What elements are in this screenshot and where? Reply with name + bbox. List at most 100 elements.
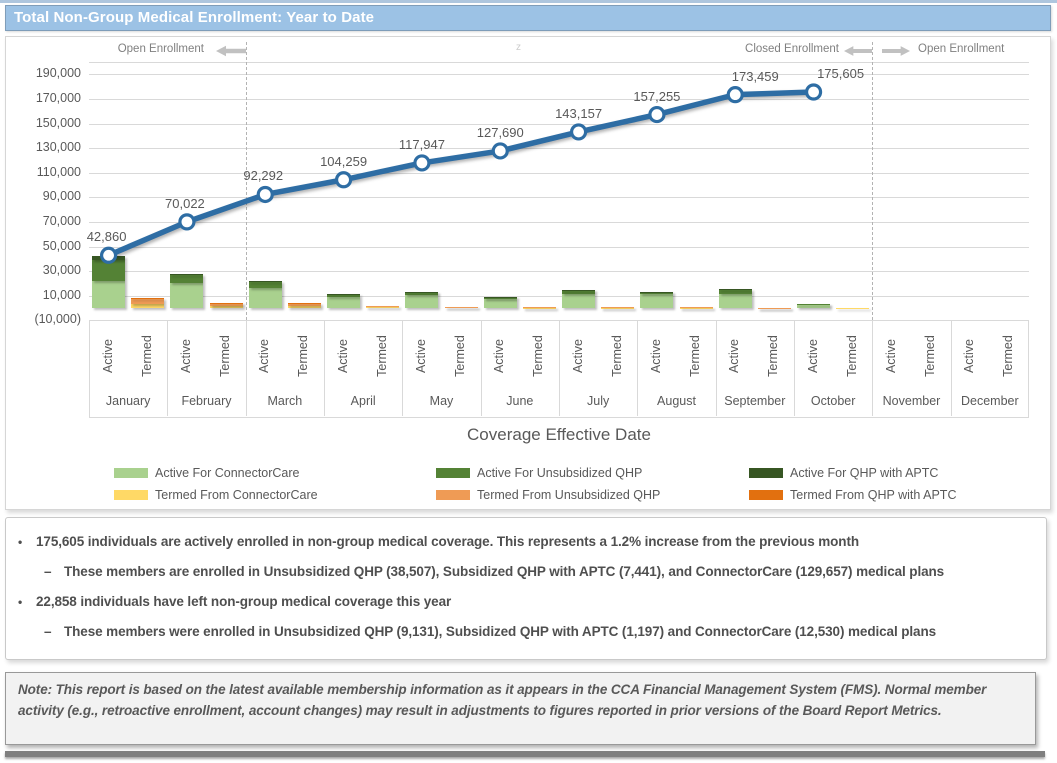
line-data-label: 143,157: [537, 106, 621, 121]
legend-label: Active For QHP with APTC: [790, 466, 938, 480]
month-tick-label: July: [559, 394, 637, 408]
legend-label: Termed From Unsubsidized QHP: [477, 488, 660, 502]
report-title-bar: Total Non-Group Medical Enrollment: Year…: [5, 5, 1051, 31]
note-panel: Note: This report is based on the latest…: [5, 672, 1036, 745]
line-data-label: 42,860: [65, 229, 149, 244]
month-tick-label: January: [89, 394, 167, 408]
line-data-label: 117,947: [380, 137, 464, 152]
line-data-label: 173,459: [713, 69, 797, 84]
legend-item: Active For ConnectorCare: [114, 464, 300, 478]
month-tick-label: May: [402, 394, 480, 408]
y-axis-tick-label: 90,000: [9, 189, 81, 203]
termed-tick-label: Termed: [218, 326, 234, 386]
termed-tick-label: Termed: [766, 326, 782, 386]
bullet-marker: –: [44, 623, 64, 641]
termed-tick-label: Termed: [688, 326, 704, 386]
active-tick-label: Active: [571, 326, 587, 386]
bullet-text: These members were enrolled in Unsubsidi…: [64, 623, 1046, 641]
summary-bullets-panel: •175,605 individuals are actively enroll…: [5, 517, 1047, 660]
termed-tick-label: Termed: [610, 326, 626, 386]
bullet-marker: •: [18, 533, 36, 551]
legend-item: Active For Unsubsidized QHP: [436, 464, 642, 478]
line-data-label: 157,255: [615, 89, 699, 104]
closed-enrollment-label: Closed Enrollment: [699, 43, 839, 55]
page-title: Total Non-Group Medical Enrollment: Year…: [6, 6, 1050, 30]
enrollment-chart-panel: Open Enrollment Closed Enrollment Open E…: [5, 36, 1051, 510]
bottom-divider-bar: [5, 751, 1045, 757]
y-axis-tick-label: 150,000: [9, 116, 81, 130]
sub-bullet-item: –These members are enrolled in Unsubsidi…: [6, 563, 1046, 581]
y-axis-tick-label: 170,000: [9, 91, 81, 105]
termed-tick-label: Termed: [453, 326, 469, 386]
bullet-marker: •: [18, 593, 36, 611]
month-tick-label: December: [951, 394, 1029, 408]
active-tick-label: Active: [492, 326, 508, 386]
active-tick-label: Active: [649, 326, 665, 386]
bullet-text: 175,605 individuals are actively enrolle…: [36, 533, 1046, 551]
legend-swatch-icon: [436, 468, 470, 478]
right-arrow-icon: [882, 45, 910, 57]
ytd-enrollment-line: [89, 62, 1029, 320]
y-axis-tick-label: 30,000: [9, 263, 81, 277]
legend-item: Active For QHP with APTC: [749, 464, 938, 478]
month-tick-label: November: [872, 394, 950, 408]
termed-tick-label: Termed: [531, 326, 547, 386]
termed-tick-label: Termed: [1001, 326, 1017, 386]
bullet-item: •22,858 individuals have left non-group …: [6, 593, 1046, 611]
legend-label: Active For ConnectorCare: [155, 466, 300, 480]
sub-bullet-item: –These members were enrolled in Unsubsid…: [6, 623, 1046, 641]
bullet-text: 22,858 individuals have left non-group m…: [36, 593, 1046, 611]
legend-label: Termed From QHP with APTC: [790, 488, 956, 502]
legend-swatch-icon: [749, 468, 783, 478]
active-tick-label: Active: [179, 326, 195, 386]
enrollment-report-page: Total Non-Group Medical Enrollment: Year…: [0, 0, 1057, 763]
active-tick-label: Active: [336, 326, 352, 386]
left-arrow-icon: [844, 45, 872, 57]
legend-swatch-icon: [436, 490, 470, 500]
bullet-item: •175,605 individuals are actively enroll…: [6, 533, 1046, 551]
legend-item: Termed From ConnectorCare: [114, 486, 318, 500]
open-enrollment-label-left: Open Enrollment: [66, 43, 204, 55]
termed-tick-label: Termed: [845, 326, 861, 386]
month-tick-label: October: [794, 394, 872, 408]
stray-z-text: z: [516, 42, 521, 53]
termed-tick-label: Termed: [296, 326, 312, 386]
legend-swatch-icon: [749, 490, 783, 500]
active-tick-label: Active: [257, 326, 273, 386]
active-tick-label: Active: [727, 326, 743, 386]
month-tick-label: September: [716, 394, 794, 408]
legend-item: Termed From Unsubsidized QHP: [436, 486, 660, 500]
y-axis-tick-label: (10,000): [9, 312, 81, 326]
legend-swatch-icon: [114, 490, 148, 500]
month-tick-label: August: [637, 394, 715, 408]
line-data-label: 92,292: [221, 168, 305, 183]
active-tick-label: Active: [806, 326, 822, 386]
month-tick-label: April: [324, 394, 402, 408]
open-enrollment-label-right: Open Enrollment: [918, 43, 1057, 55]
active-tick-label: Active: [884, 326, 900, 386]
y-axis-tick-label: 190,000: [9, 66, 81, 80]
legend-swatch-icon: [114, 468, 148, 478]
bullet-text: These members are enrolled in Unsubsidiz…: [64, 563, 1046, 581]
termed-tick-label: Termed: [923, 326, 939, 386]
x-axis-title: Coverage Effective Date: [89, 425, 1029, 445]
y-axis-tick-label: 130,000: [9, 140, 81, 154]
month-tick-label: February: [167, 394, 245, 408]
month-tick-label: June: [481, 394, 559, 408]
line-data-label: 127,690: [458, 125, 542, 140]
note-text: Note: This report is based on the latest…: [18, 682, 986, 718]
active-tick-label: Active: [101, 326, 117, 386]
legend-label: Termed From ConnectorCare: [155, 488, 318, 502]
legend-label: Active For Unsubsidized QHP: [477, 466, 642, 480]
y-axis-tick-label: 110,000: [9, 165, 81, 179]
active-tick-label: Active: [414, 326, 430, 386]
line-data-label: 104,259: [302, 154, 386, 169]
y-axis-tick-label: 10,000: [9, 288, 81, 302]
active-tick-label: Active: [962, 326, 978, 386]
left-arrow-icon: [216, 45, 246, 57]
y-axis-tick-label: 70,000: [9, 214, 81, 228]
termed-tick-label: Termed: [140, 326, 156, 386]
page-top-edge: [0, 0, 1057, 3]
line-data-label: 175,605: [799, 66, 883, 81]
month-tick-label: March: [246, 394, 324, 408]
